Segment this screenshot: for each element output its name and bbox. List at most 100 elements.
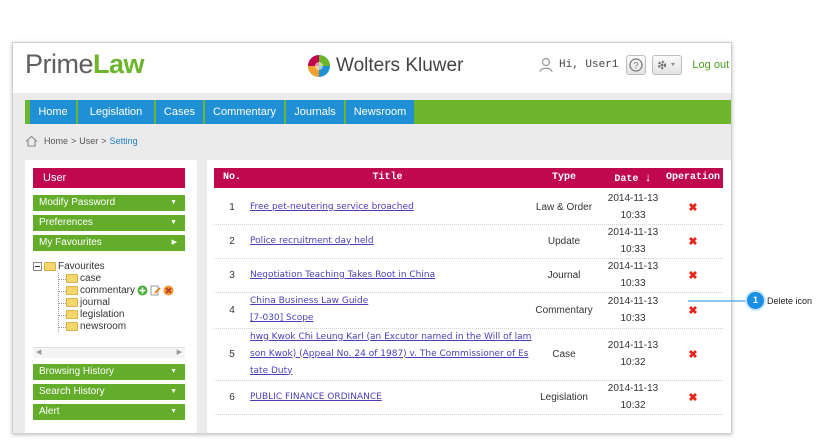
nav-cases[interactable]: Cases xyxy=(156,100,203,124)
breadcrumb-user[interactable]: User xyxy=(79,136,98,146)
table-header: No. Title Type Date ↓ Operation xyxy=(214,168,723,188)
document-title-link[interactable]: PUBLIC FINANCE ORDINANCE xyxy=(250,389,382,406)
delete-icon[interactable]: ✖ xyxy=(688,201,697,214)
tree-node-newsroom[interactable]: newsroom xyxy=(66,321,126,332)
nav-newsroom[interactable]: Newsroom xyxy=(346,100,414,124)
gear-icon xyxy=(658,60,676,70)
document-title-link[interactable]: Negotiation Teaching Takes Root in China xyxy=(250,267,435,284)
row-date: 2014-11-13 10:32 xyxy=(603,328,663,380)
tree-scrollbar[interactable]: ◀ ▶ xyxy=(33,347,185,358)
row-type: Update xyxy=(547,235,581,247)
tree-node-favourites[interactable]: Favourites xyxy=(33,261,105,272)
row-date-time: 10:33 xyxy=(620,313,646,324)
collapse-icon[interactable] xyxy=(33,262,42,271)
delete-icon[interactable]: ✖ xyxy=(688,304,697,317)
breadcrumb-current: Setting xyxy=(109,136,138,146)
row-operation: ✖ xyxy=(663,292,723,328)
chevron-right-icon: ▶ xyxy=(171,239,177,246)
row-title: China Business Law Guide [7-030] Scope xyxy=(250,292,525,328)
col-date-label: Date xyxy=(614,174,639,185)
document-title-link[interactable]: Free pet-neutering service broached xyxy=(250,199,414,216)
delete-icon[interactable]: ✖ xyxy=(688,235,697,248)
my-favourites-button[interactable]: My Favourites ▶ xyxy=(33,235,185,251)
brand-name: Wolters Kluwer xyxy=(336,55,464,76)
row-title: Free pet-neutering service broached xyxy=(250,190,525,224)
document-title-link[interactable]: hwg Kwok Chi Leung Karl (an Excutor name… xyxy=(250,329,531,346)
col-type: Type xyxy=(551,172,576,183)
folder-icon xyxy=(66,298,78,307)
edit-icon[interactable] xyxy=(150,285,161,296)
col-no: No. xyxy=(222,172,241,183)
document-title-link[interactable]: Police recruitment day held xyxy=(250,233,374,250)
user-greeting: Hi, User1 xyxy=(559,59,619,71)
logout-link[interactable]: Log out xyxy=(692,59,729,71)
table-row: 2 Police recruitment day held Update 2014-1… xyxy=(214,224,723,259)
delete-icon[interactable]: ✖ xyxy=(688,348,697,361)
row-date: 2014-11-13 10:33 xyxy=(603,190,663,224)
home-icon[interactable] xyxy=(25,135,38,147)
favourites-table-panel: No. Title Type Date ↓ Operation 1 Free pe… xyxy=(207,160,731,433)
preferences-button[interactable]: Preferences ▼ xyxy=(33,215,185,231)
row-type: Legislation xyxy=(540,391,588,403)
tree-node-commentary[interactable]: commentary xyxy=(66,285,174,296)
settings-button[interactable] xyxy=(652,55,683,75)
wolters-kluwer-brand: Wolters Kluwer xyxy=(307,53,463,79)
browsing-history-button[interactable]: Browsing History ▼ xyxy=(33,364,185,380)
row-date: 2014-11-13 10:33 xyxy=(603,224,663,258)
row-date-time: 10:33 xyxy=(620,244,646,255)
alert-label: Alert xyxy=(39,406,60,417)
table-row: 4 China Business Law Guide [7-030] Scope Co… xyxy=(214,292,723,329)
row-date-day: 2014-11-13 xyxy=(607,296,659,307)
tree-label: case xyxy=(80,273,102,284)
row-date-day: 2014-11-13 xyxy=(607,193,659,204)
help-button[interactable]: ? xyxy=(626,55,647,75)
chevron-down-icon: ▼ xyxy=(170,199,177,206)
tree-node-legislation[interactable]: legislation xyxy=(66,309,124,320)
add-icon[interactable] xyxy=(137,285,148,296)
primelaw-logo[interactable]: PrimeLaw xyxy=(25,49,145,80)
scroll-right-icon[interactable]: ▶ xyxy=(177,348,182,356)
tree-label: newsroom xyxy=(80,321,127,332)
chevron-down-icon: ▼ xyxy=(170,219,177,226)
scroll-left-icon[interactable]: ◀ xyxy=(36,348,41,356)
row-type: Commentary xyxy=(535,304,593,316)
sidebar-header: User xyxy=(33,168,185,188)
row-date: 2014-11-13 10:33 xyxy=(603,258,663,292)
row-date-time: 10:33 xyxy=(620,210,646,221)
nav-legislation[interactable]: Legislation xyxy=(78,100,154,124)
document-title-link[interactable]: son Kwok) (Appeal No. 24 of 1987) v. The… xyxy=(250,346,528,363)
callout-line xyxy=(688,300,750,302)
modify-password-label: Modify Password xyxy=(39,197,116,208)
user-sidebar: User Modify Password ▼ Preferences ▼ My … xyxy=(25,160,197,433)
breadcrumb-separator: > xyxy=(101,136,107,146)
nav-journals[interactable]: Journals xyxy=(286,100,344,124)
tree-node-case[interactable]: case xyxy=(66,273,101,284)
globe-icon xyxy=(308,55,330,77)
row-date-time: 10:32 xyxy=(620,357,646,368)
delete-icon[interactable]: ✖ xyxy=(688,391,697,404)
favourites-tree: Favourites case commentary journal legis… xyxy=(33,261,185,338)
nav-home[interactable]: Home xyxy=(30,100,76,124)
nav-commentary[interactable]: Commentary xyxy=(205,100,284,124)
row-title: hwg Kwok Chi Leung Karl (an Excutor name… xyxy=(250,328,531,380)
user-icon xyxy=(539,57,553,73)
row-title: Police recruitment day held xyxy=(250,224,525,258)
document-title-link[interactable]: tate Duty xyxy=(250,363,292,380)
callout-badge: 1 xyxy=(747,292,764,309)
delete-folder-icon[interactable] xyxy=(163,285,174,296)
col-date[interactable]: Date ↓ xyxy=(603,168,663,188)
tree-node-journal[interactable]: journal xyxy=(66,297,110,308)
preferences-label: Preferences xyxy=(39,217,93,228)
document-title-link[interactable]: [7-030] Scope xyxy=(250,310,313,327)
breadcrumb-home[interactable]: Home xyxy=(44,136,68,146)
callout-label: Delete icon xyxy=(767,296,813,306)
row-number: 4 xyxy=(229,304,235,316)
tree-label: commentary xyxy=(80,285,136,296)
modify-password-button[interactable]: Modify Password ▼ xyxy=(33,195,185,211)
document-title-link[interactable]: China Business Law Guide xyxy=(250,293,368,310)
table-row: 6 PUBLIC FINANCE ORDINANCE Legislation 2014… xyxy=(214,380,723,415)
search-history-button[interactable]: Search History ▼ xyxy=(33,384,185,400)
table-row: 3 Negotiation Teaching Takes Root in Chin… xyxy=(214,258,723,293)
alert-button[interactable]: Alert ▼ xyxy=(33,404,185,420)
delete-icon[interactable]: ✖ xyxy=(688,269,697,282)
